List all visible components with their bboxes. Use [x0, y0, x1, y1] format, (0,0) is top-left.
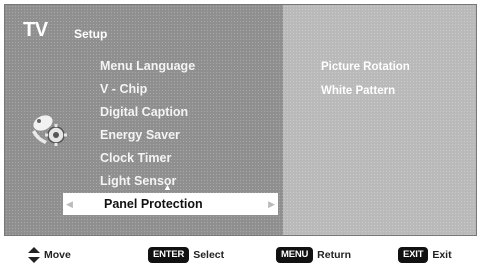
menu-item-energy-saver[interactable]: Energy Saver: [100, 124, 195, 147]
select-hint: ENTER Select: [148, 240, 224, 270]
return-hint: MENU Return: [276, 240, 351, 270]
submenu-list: Picture Rotation White Pattern: [321, 55, 410, 103]
submenu-item-white-pattern[interactable]: White Pattern: [321, 79, 410, 103]
setup-gear-icon: [32, 115, 67, 146]
enter-key[interactable]: ENTER: [148, 247, 190, 263]
section-title: Setup: [74, 27, 108, 41]
menu-key[interactable]: MENU: [276, 247, 314, 263]
submenu-pane: [283, 5, 476, 235]
menu-item-panel-protection[interactable]: ◀ Panel Protection ▶: [63, 193, 278, 215]
tv-label: TV: [23, 19, 48, 41]
menu-item-menu-language[interactable]: Menu Language: [100, 55, 195, 78]
up-down-arrow-icon: [28, 247, 40, 263]
menu-item-light-sensor[interactable]: Light Sensor: [100, 170, 195, 193]
move-label: Move: [44, 249, 71, 261]
right-arrow-icon[interactable]: ▶: [268, 193, 275, 215]
exit-label: Exit: [432, 249, 452, 261]
menu-item-digital-caption[interactable]: Digital Caption: [100, 101, 195, 124]
setup-menu-screen: TV Setup Menu Language V - Chip Digital …: [4, 4, 477, 236]
return-label: Return: [317, 249, 352, 261]
menu-item-clock-timer[interactable]: Clock Timer: [100, 147, 195, 170]
button-guide-bar: Move ENTER Select MENU Return EXIT Exit: [0, 240, 481, 270]
submenu-item-picture-rotation[interactable]: Picture Rotation: [321, 55, 410, 79]
exit-hint: EXIT Exit: [398, 240, 452, 270]
menu-list: Menu Language V - Chip Digital Caption E…: [100, 55, 195, 193]
select-label: Select: [193, 249, 225, 261]
exit-key[interactable]: EXIT: [398, 247, 429, 263]
scroll-up-arrow-icon: ▲: [163, 182, 172, 192]
selected-item-label: Panel Protection: [104, 197, 203, 211]
left-arrow-icon[interactable]: ◀: [66, 193, 73, 215]
menu-item-v-chip[interactable]: V - Chip: [100, 78, 195, 101]
move-hint: Move: [28, 240, 71, 270]
